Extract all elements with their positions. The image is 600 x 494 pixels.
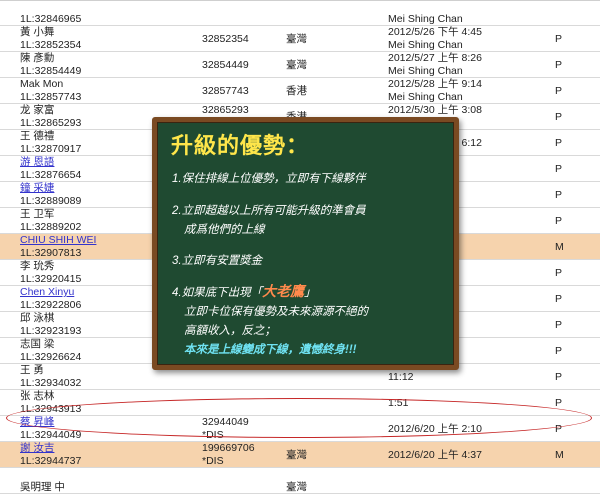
join-date-or-sponsor: 11:12	[388, 371, 414, 383]
member-name[interactable]: 游 恩語	[20, 156, 54, 168]
member-account-id: 1L:32923193	[20, 325, 82, 337]
member-number: 199669706	[202, 442, 255, 454]
member-region: 臺灣	[286, 449, 307, 461]
join-date-or-sponsor: Mei Shing Chan	[388, 39, 463, 51]
member-name: 陳 彥勳	[20, 52, 55, 64]
member-region: 香港	[286, 85, 307, 97]
sponsor-or-date: 2012/5/28 上午 9:14	[388, 78, 482, 90]
member-name: 王 德禮	[20, 130, 55, 142]
table-row: 陳 彥勳 1L:32854449 32854449 臺灣 2012/5/27 上午 8:…	[0, 52, 600, 78]
member-account-id: 1L:32889089	[20, 195, 82, 207]
member-account-id: 1L:32865293	[20, 117, 82, 129]
member-status: P	[555, 397, 563, 409]
member-name: 黃 小舞	[20, 26, 55, 38]
member-name[interactable]: CHIU SHIH WEI	[20, 234, 96, 246]
member-code: *DIS	[202, 455, 224, 467]
member-account-id: 1L:32944737	[20, 455, 82, 467]
board-item-4: 4.如果底下出現「大老鷹」 立即卡位保有優勢及未來源源不絕的 高額收入，反之； …	[172, 283, 368, 356]
member-name: 王 勇	[20, 364, 44, 376]
highlight-oval	[6, 398, 592, 438]
member-status: M	[555, 449, 564, 461]
member-number: 32857743	[202, 85, 249, 97]
board-title: 升級的優勢：	[171, 134, 310, 159]
sponsor-or-date: 2012/5/27 上午 8:26	[388, 52, 482, 64]
member-name: 邱 泳棋	[20, 312, 55, 324]
member-account-id: 1L:32922806	[20, 299, 82, 311]
sponsor-or-date: 2012/5/26 下午 4:45	[388, 26, 482, 38]
board-item-2: 2.立即超越以上所有可能升級的準會員 成爲他們的上線	[172, 205, 366, 236]
member-status: P	[555, 111, 563, 123]
member-status: M	[555, 241, 564, 253]
table-row: Mak Mon 1L:32857743 32857743 香港 2012/5/28 上午…	[0, 78, 600, 104]
join-date-or-sponsor: Mei Shing Chan	[388, 65, 463, 77]
member-name[interactable]: 謝 汝吉	[20, 442, 54, 454]
member-name: 张 志林	[20, 390, 55, 402]
member-status: P	[555, 85, 563, 97]
member-status: P	[555, 293, 563, 305]
member-status: P	[555, 371, 563, 383]
member-number: 32865293	[202, 104, 249, 116]
table-row: 黃 小舞 1L:32852354 32852354 臺灣 2012/5/26 下午 4:…	[0, 26, 600, 52]
member-region: 臺灣	[286, 59, 307, 71]
member-account-id: 1L:32907813	[20, 247, 82, 259]
upgrade-advantages-board: 升級的優勢： 1.保住排線上位優勢，立即有下線夥伴 2.立即超越以上所有可能升級…	[152, 117, 459, 370]
board-item-3: 3.立即有安置獎金	[172, 255, 263, 267]
member-name: 志国 梁	[20, 338, 55, 350]
member-status: P	[555, 267, 563, 279]
member-account-id: 1L:32944049	[20, 429, 82, 441]
member-status: P	[555, 137, 563, 149]
member-account-id: 1L:32854449	[20, 65, 82, 77]
member-account-id: 1L:32857743	[20, 91, 82, 103]
member-status: P	[555, 163, 563, 175]
join-date-or-sponsor: Mei Shing Chan	[388, 13, 463, 25]
table-row: 謝 汝吉 1L:32944737 199669706 *DIS 臺灣 2012/6/20 …	[0, 442, 600, 468]
member-status: P	[555, 59, 563, 71]
member-account-id: 1L:32926624	[20, 351, 82, 363]
member-status: P	[555, 319, 563, 331]
table-row: 1L:32846965 Mei Shing Chan	[0, 0, 600, 26]
board-item-1: 1.保住排線上位優勢，立即有下線夥伴	[172, 173, 366, 185]
member-name: 李 玧秀	[20, 260, 55, 272]
table-row: 吳明理 中 臺灣	[0, 468, 600, 494]
member-account-id: 1L:32920415	[20, 273, 82, 285]
member-name[interactable]: Chen Xinyu	[20, 286, 74, 298]
member-name[interactable]: 鐘 采婕	[20, 182, 54, 194]
member-account-id: 1L:32876654	[20, 169, 82, 181]
member-status: P	[555, 33, 563, 45]
member-account-id: 1L:32852354	[20, 39, 82, 51]
member-account-id: 1L:32846965	[20, 13, 82, 25]
member-number: 32854449	[202, 59, 249, 71]
member-account-id: 1L:32870917	[20, 143, 82, 155]
member-region: 臺灣	[286, 481, 307, 493]
table-top-border	[0, 0, 600, 1]
member-name: 吳明理 中	[20, 481, 65, 493]
member-status: P	[555, 215, 563, 227]
sponsor-or-date: 2012/5/30 上午 3:08	[388, 104, 482, 116]
member-name: Mak Mon	[20, 78, 64, 90]
member-account-id: 1L:32889202	[20, 221, 82, 233]
join-date-or-sponsor: 2012/6/20 上午 4:37	[388, 449, 482, 461]
member-status: P	[555, 189, 563, 201]
join-date-or-sponsor: Mei Shing Chan	[388, 91, 463, 103]
member-account-id: 1L:32934032	[20, 377, 82, 389]
member-region: 臺灣	[286, 33, 307, 45]
member-number: 32852354	[202, 33, 249, 45]
member-name: 龙 家富	[20, 104, 55, 116]
member-name: 王 卫军	[20, 208, 55, 220]
member-status: P	[555, 345, 563, 357]
